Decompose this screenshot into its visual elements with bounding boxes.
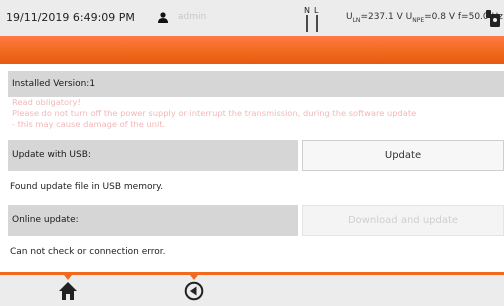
unpe-value: =0.8 V	[424, 12, 456, 22]
plug-n-label: N	[304, 6, 310, 15]
usb-update-label-bar: Update with USB:	[8, 140, 298, 171]
online-status-message: Can not check or connection error.	[10, 247, 166, 257]
user-name: admin	[178, 12, 207, 22]
header-accent-band	[0, 36, 504, 64]
plug-icon: N L	[304, 6, 319, 32]
uln-value: =237.1 V	[360, 12, 403, 22]
warning-title: Read obligatory!	[12, 97, 81, 107]
plug-l-label: L	[314, 6, 319, 15]
uln-label: U	[346, 12, 353, 22]
bottom-nav	[0, 275, 504, 306]
usb-update-label: Update with USB:	[12, 150, 91, 160]
online-update-label-bar: Online update:	[8, 205, 298, 236]
warning-note: Read obligatory! Please do not turn off …	[12, 97, 416, 130]
online-update-label: Online update:	[12, 215, 79, 225]
warning-line-3: - this may cause damage of the unit.	[12, 119, 166, 129]
user-icon	[158, 12, 168, 23]
device-icon	[486, 10, 500, 27]
home-icon[interactable]	[58, 281, 78, 301]
installed-version-bar: Installed Version:1	[8, 71, 504, 97]
status-bar: 19/11/2019 6:49:09 PM admin N L U LN =237.…	[0, 0, 504, 36]
back-icon[interactable]	[184, 281, 204, 301]
datetime: 19/11/2019 6:49:09 PM	[6, 11, 135, 24]
back-indicator	[190, 275, 198, 280]
measurement-readout: ULN=237.1 V UNPE=0.8 V f=50.0 Hz	[346, 12, 503, 24]
warning-line-2: Please do not turn off the power supply …	[12, 108, 417, 118]
usb-status-message: Found update file in USB memory.	[10, 182, 164, 192]
download-and-update-button[interactable]: Download and update	[302, 205, 504, 236]
unpe-sub: NPE	[412, 16, 425, 24]
home-indicator	[64, 275, 72, 280]
update-button[interactable]: Update	[302, 140, 504, 171]
installed-version: Installed Version:1	[12, 79, 96, 89]
